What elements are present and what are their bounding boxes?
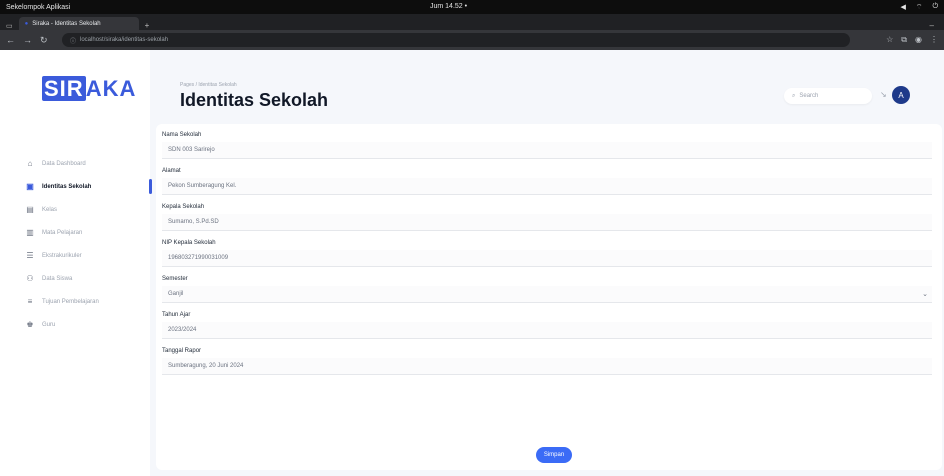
save-button[interactable]: Simpan (536, 447, 572, 463)
home-icon: ⌂ (27, 159, 33, 168)
volume-icon[interactable]: ◀ (900, 3, 905, 12)
tab-title: Siraka - Identitas Sekolah (32, 20, 101, 27)
field-tanggal-rapor: Tanggal Rapor Sumberagung, 20 Juni 2024 (162, 346, 932, 375)
sidebar-item-tujuan-pembelajaran[interactable]: ≡ Tujuan Pembelajaran (26, 290, 150, 313)
field-semester: Semester Ganjil ⌄ (162, 274, 932, 303)
school-icon: ▣ (26, 182, 34, 191)
users-icon: ⚇ (26, 274, 34, 283)
favicon-icon: ● (24, 20, 29, 27)
minimize-icon[interactable]: – (930, 21, 944, 30)
kepala-sekolah-input[interactable]: Sumarno, S.Pd.SD (162, 214, 932, 231)
list-icon: ☰ (26, 251, 34, 260)
back-icon[interactable]: ← (6, 35, 15, 46)
school-identity-form: Nama Sekolah SDN 003 Sarirejo Alamat Pek… (156, 124, 942, 470)
network-icon[interactable]: ⌔ (916, 3, 923, 12)
browser-tab-strip: ▭ ● Siraka - Identitas Sekolah + – (0, 14, 944, 30)
sidebar-item-guru[interactable]: ♚ Guru (26, 313, 150, 336)
notification-icon[interactable]: ↘ (880, 90, 887, 99)
field-nip-kepala-sekolah: NIP Kepala Sekolah 196803271990031009 (162, 238, 932, 267)
reload-icon[interactable]: ↻ (40, 35, 48, 46)
field-label: Tahun Ajar (162, 312, 191, 318)
field-kepala-sekolah: Kepala Sekolah Sumarno, S.Pd.SD (162, 202, 932, 231)
calendar-icon: ≡ (27, 297, 33, 306)
tahun-ajar-input[interactable]: 2023/2024 (162, 322, 932, 339)
alamat-input[interactable]: Pekon Sumberagung Kel. (162, 178, 932, 195)
field-label: Semester (162, 276, 188, 282)
file-icon: ▥ (26, 228, 34, 237)
url-text: localhost/siraka/identitas-sekolah (80, 37, 169, 43)
os-clock[interactable]: Jum 14.52 • (430, 3, 467, 10)
field-label: Tanggal Rapor (162, 348, 202, 354)
field-label: Alamat (162, 168, 181, 174)
sidebar-item-dashboard[interactable]: ⌂ Data Dashboard (26, 152, 150, 175)
field-tahun-ajar: Tahun Ajar 2023/2024 (162, 310, 932, 339)
sidebar-item-identitas-sekolah[interactable]: ▣ Identitas Sekolah (26, 175, 152, 198)
chevron-down-icon: ⌄ (922, 291, 928, 298)
field-alamat: Alamat Pekon Sumberagung Kel. (162, 166, 932, 195)
forward-icon[interactable]: → (23, 35, 32, 46)
bookmark-icon[interactable]: ☆ (886, 35, 893, 45)
semester-value: Ganjil (168, 291, 184, 297)
page-title: Identitas Sekolah (180, 90, 329, 110)
field-label: Kepala Sekolah (162, 204, 205, 210)
power-icon[interactable]: ⏻ (932, 3, 938, 12)
main-content: Pages / Identitas Sekolah Identitas Seko… (150, 50, 944, 476)
sidebar-item-ekstrakurikuler[interactable]: ☰ Ekstrakurikuler (26, 244, 150, 267)
sidebar-menu: ⌂ Data Dashboard ▣ Identitas Sekolah ▤ K… (26, 152, 152, 336)
field-label: NIP Kepala Sekolah (162, 240, 216, 246)
user-icon: ♚ (26, 320, 34, 329)
tab-search-icon[interactable]: ▭ (6, 22, 13, 30)
field-label: Nama Sekolah (162, 132, 202, 138)
nip-input[interactable]: 196803271990031009 (162, 250, 932, 267)
os-top-bar: Sekelompok Aplikasi Jum 14.52 • ◀ ⌔ ⏻ (0, 0, 944, 14)
sidebar-item-data-siswa[interactable]: ⚇ Data Siswa (26, 267, 150, 290)
menu-icon[interactable]: ⋮ (930, 35, 938, 45)
tanggal-rapor-input[interactable]: Sumberagung, 20 Juni 2024 (162, 358, 932, 375)
sidebar-item-kelas[interactable]: ▤ Kelas (26, 198, 150, 221)
extensions-icon[interactable]: ⧉ (901, 35, 907, 45)
browser-toolbar: ← → ↻ ⓘ localhost/siraka/identitas-sekol… (0, 30, 944, 50)
semester-select[interactable]: Ganjil ⌄ (162, 286, 932, 303)
breadcrumb: Pages / Identitas Sekolah (180, 82, 237, 88)
avatar[interactable]: A (892, 86, 910, 104)
siraka-logo[interactable]: SIRAKA (42, 76, 136, 102)
site-info-icon[interactable]: ⓘ (70, 36, 76, 45)
nama-sekolah-input[interactable]: SDN 003 Sarirejo (162, 142, 932, 159)
app-root: SIRAKA ⌂ Data Dashboard ▣ Identitas Seko… (0, 50, 944, 476)
search-input[interactable]: ⌕ Search (784, 88, 872, 104)
new-tab-icon[interactable]: + (145, 21, 150, 30)
profile-icon[interactable]: ◉ (915, 35, 922, 45)
search-placeholder: Search (799, 93, 819, 99)
browser-tab[interactable]: ● Siraka - Identitas Sekolah (18, 17, 139, 30)
field-nama-sekolah: Nama Sekolah SDN 003 Sarirejo (162, 130, 932, 159)
book-icon: ▤ (26, 205, 34, 214)
sidebar: SIRAKA ⌂ Data Dashboard ▣ Identitas Seko… (0, 50, 152, 476)
os-activities-label[interactable]: Sekelompok Aplikasi (6, 4, 70, 11)
sidebar-item-mata-pelajaran[interactable]: ▥ Mata Pelajaran (26, 221, 150, 244)
search-icon: ⌕ (792, 92, 796, 99)
address-bar[interactable]: ⓘ localhost/siraka/identitas-sekolah (62, 33, 850, 47)
